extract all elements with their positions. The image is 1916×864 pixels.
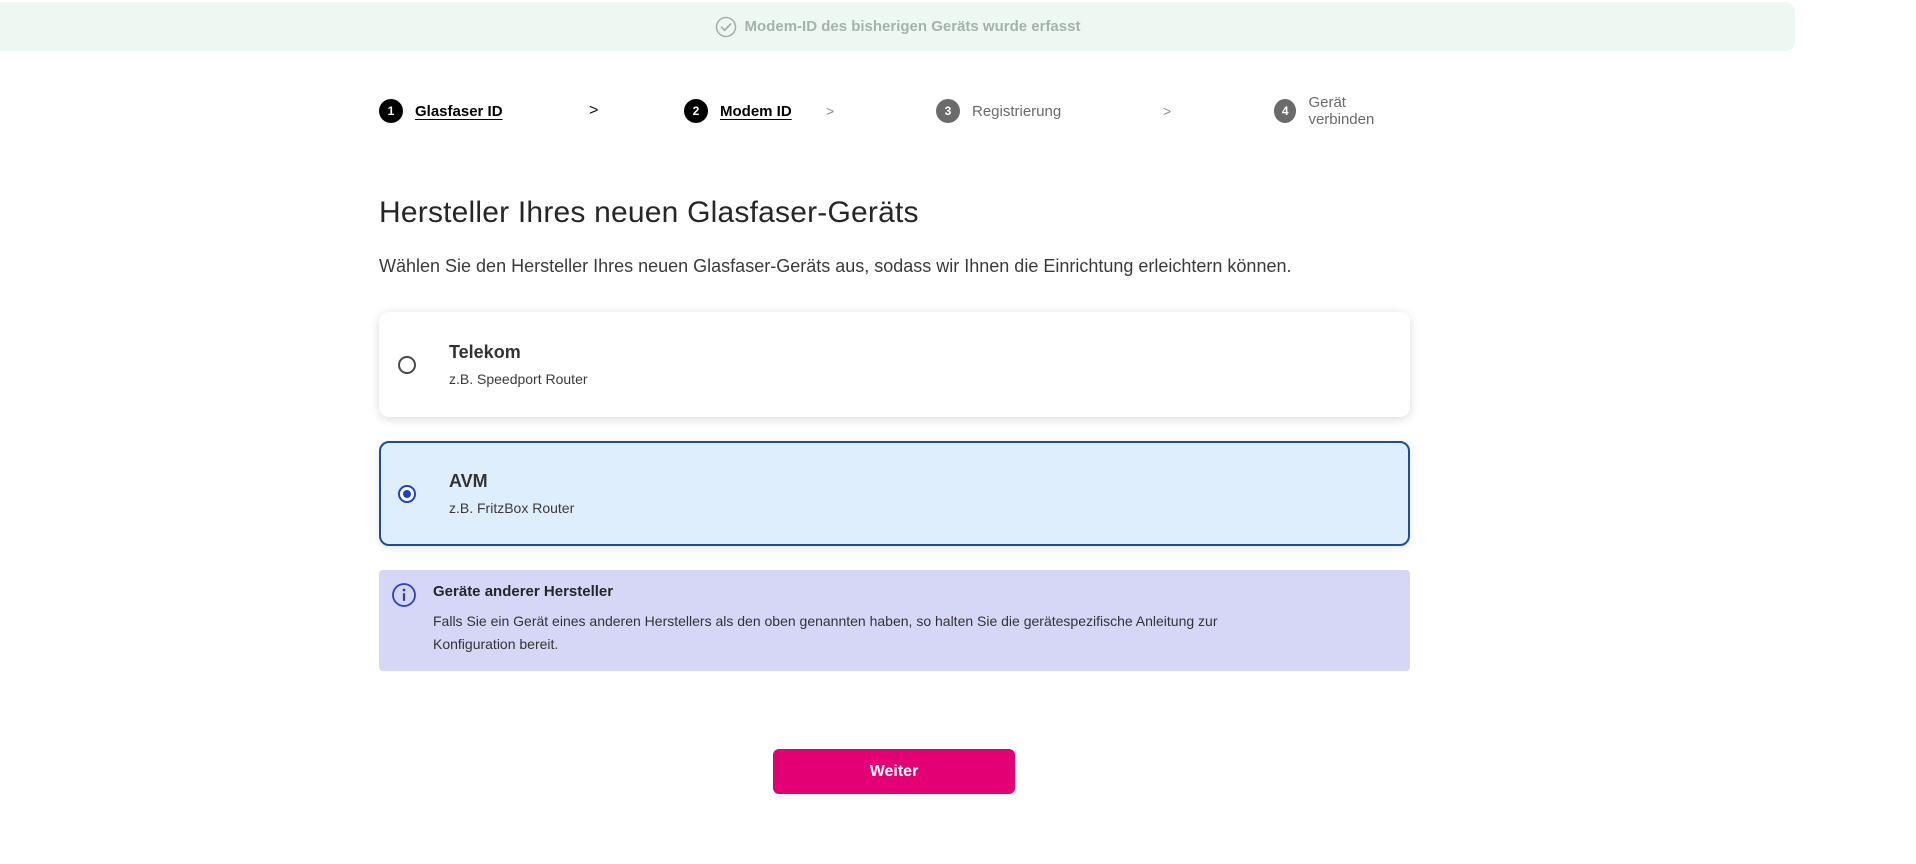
step-geraet-verbinden: 4 Gerät verbinden	[1274, 94, 1409, 128]
step-label[interactable]: Glasfaser ID	[415, 103, 503, 120]
step-separator-chevron: >	[589, 102, 599, 119]
step-label[interactable]: Modem ID	[720, 103, 792, 120]
step-label: Registrierung	[972, 102, 1062, 120]
manufacturer-option-telekom[interactable]: Telekom z.B. Speedport Router	[379, 312, 1410, 417]
info-box: Geräte anderer Hersteller Falls Sie ein …	[379, 570, 1410, 671]
manufacturer-option-avm[interactable]: AVM z.B. FritzBox Router	[379, 441, 1410, 546]
next-button[interactable]: Weiter	[773, 749, 1015, 794]
option-text: AVM z.B. FritzBox Router	[449, 471, 574, 516]
info-text: Falls Sie ein Gerät eines anderen Herste…	[433, 613, 1218, 652]
info-icon	[391, 582, 417, 608]
step-label: Gerät verbinden	[1308, 94, 1375, 128]
step-number: 4	[1274, 99, 1297, 123]
success-banner-text: Modem-ID des bisherigen Geräts wurde erf…	[744, 18, 1081, 35]
success-banner-content: Modem-ID des bisherigen Geräts wurde erf…	[715, 16, 1081, 38]
option-title: AVM	[449, 471, 488, 491]
success-banner: Modem-ID des bisherigen Geräts wurde erf…	[0, 2, 1795, 51]
radio-button-selected[interactable]	[398, 484, 416, 503]
step-modem-id[interactable]: 2 Modem ID	[684, 98, 792, 124]
option-subtitle: z.B. Speedport Router	[449, 371, 588, 387]
step-number: 2	[684, 99, 708, 123]
step-separator-chevron: >	[1163, 103, 1172, 119]
step-number: 3	[936, 99, 960, 123]
radio-dot	[403, 489, 411, 498]
progress-stepper: 1 Glasfaser ID > 2 Modem ID > 3 Registri…	[379, 94, 1409, 128]
radio-button[interactable]	[398, 355, 416, 374]
step-glasfaser-id[interactable]: 1 Glasfaser ID	[379, 98, 503, 124]
option-title: Telekom	[449, 342, 521, 362]
check-circle-icon	[715, 16, 737, 38]
option-text: Telekom z.B. Speedport Router	[449, 342, 588, 387]
option-subtitle: z.B. FritzBox Router	[449, 500, 575, 516]
step-registrierung: 3 Registrierung	[936, 98, 1061, 124]
page-subtitle: Wählen Sie den Hersteller Ihres neuen Gl…	[379, 256, 1292, 276]
step-separator-chevron: >	[826, 103, 835, 119]
page-title: Hersteller Ihres neuen Glasfaser-Geräts	[379, 196, 919, 229]
info-title: Geräte anderer Hersteller	[433, 583, 614, 600]
step-number: 1	[379, 99, 403, 123]
